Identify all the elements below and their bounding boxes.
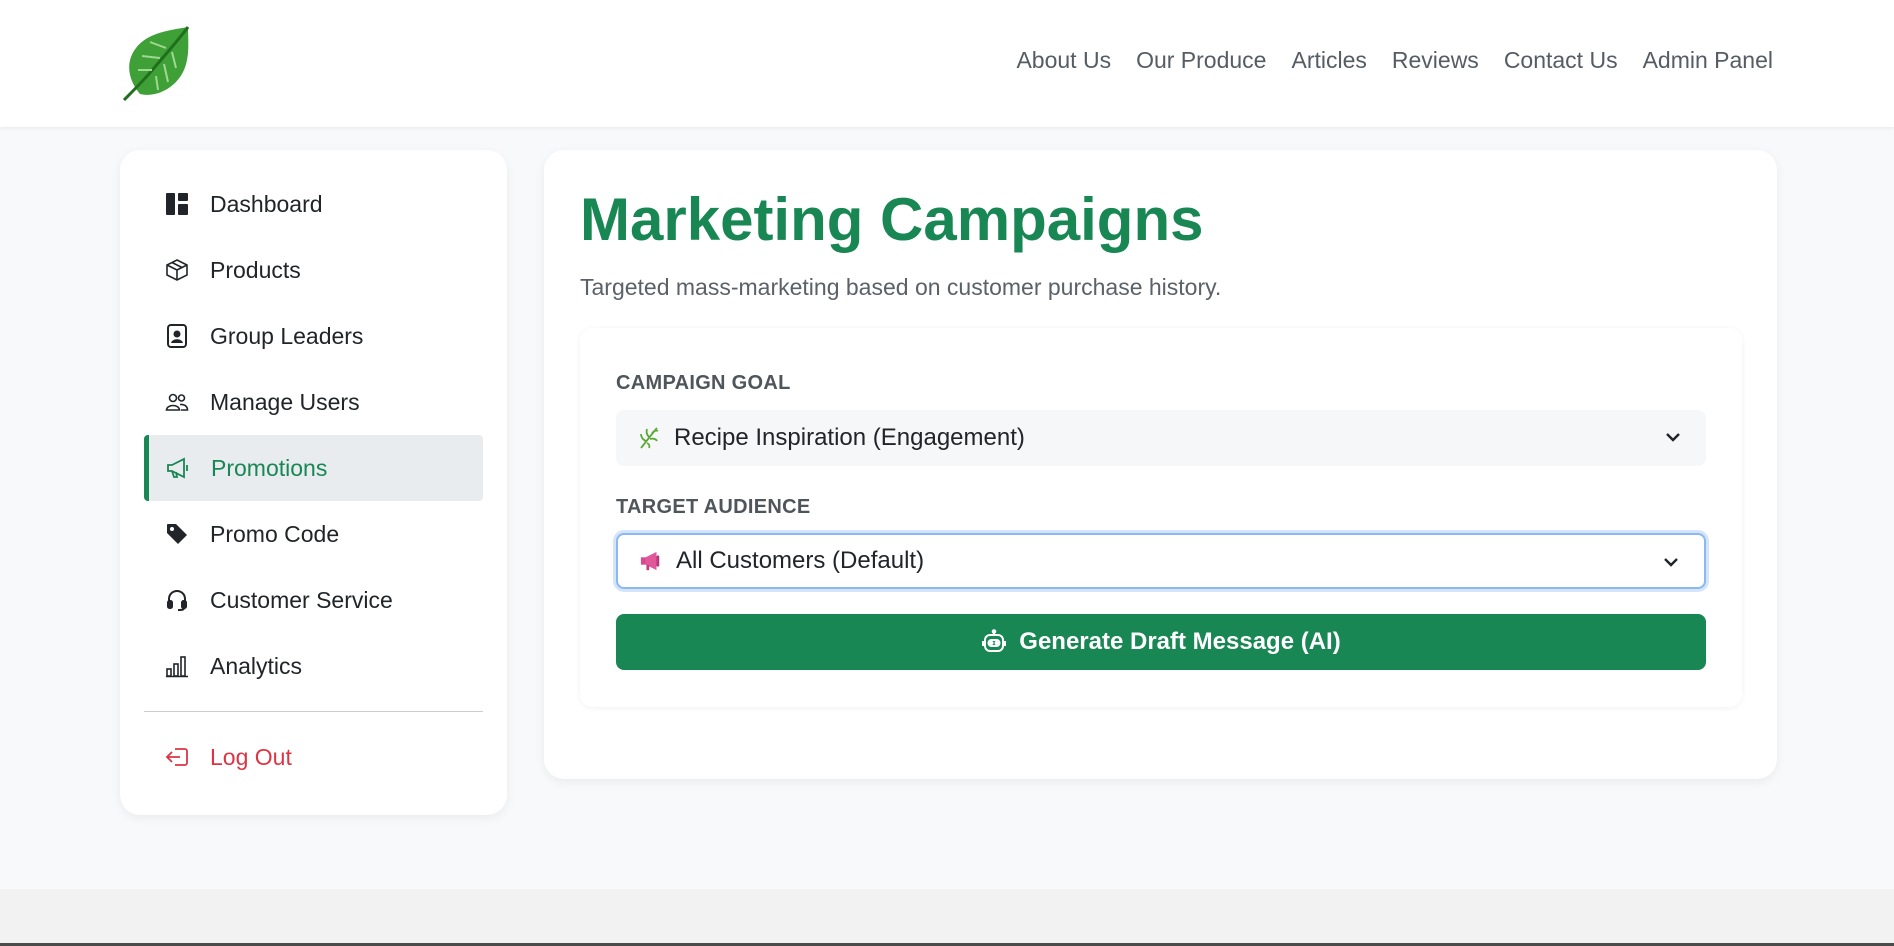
footer <box>0 889 1894 946</box>
target-audience-value: All Customers (Default) <box>676 547 925 574</box>
target-audience-label: TARGET AUDIENCE <box>616 496 811 518</box>
campaign-form-card: CAMPAIGN GOAL Recipe Inspiration (Engage… <box>580 328 1742 707</box>
leaf-logo-icon[interactable] <box>120 24 195 102</box>
sidebar-item-group-leaders[interactable]: Group Leaders <box>144 303 483 369</box>
sidebar-item-promotions[interactable]: Promotions <box>144 435 483 501</box>
page-title: Marketing Campaigns <box>580 186 1204 253</box>
target-audience-select[interactable]: All Customers (Default) <box>616 533 1706 589</box>
sidebar-item-label: Manage Users <box>210 388 360 415</box>
sidebar-item-label: Dashboard <box>210 190 323 217</box>
main-nav: About Us Our Produce Articles Reviews Co… <box>1016 47 1773 74</box>
robot-icon <box>981 629 1007 655</box>
sidebar-item-products[interactable]: Products <box>144 237 483 303</box>
sidebar-item-label: Group Leaders <box>210 322 364 349</box>
generate-draft-label: Generate Draft Message (AI) <box>1019 628 1341 655</box>
box-icon <box>165 258 189 282</box>
page-subtitle: Targeted mass-marketing based on custome… <box>580 274 1222 300</box>
generate-draft-button[interactable]: Generate Draft Message (AI) <box>616 614 1706 670</box>
sidebar-item-manage-users[interactable]: Manage Users <box>144 369 483 435</box>
sidebar-item-label: Promotions <box>211 454 328 481</box>
sidebar-item-analytics[interactable]: Analytics <box>144 633 483 699</box>
nav-link-reviews[interactable]: Reviews <box>1392 47 1479 74</box>
admin-sidebar: Dashboard Products Group Leaders Manage … <box>120 150 507 815</box>
sidebar-item-label: Analytics <box>210 652 303 679</box>
nav-link-contact-us[interactable]: Contact Us <box>1504 47 1618 74</box>
herb-icon <box>638 426 660 450</box>
sidebar-item-dashboard[interactable]: Dashboard <box>144 171 483 237</box>
campaign-goal-value: Recipe Inspiration (Engagement) <box>674 424 1025 451</box>
dashboard-icon <box>165 192 189 216</box>
sidebar-item-label: Products <box>210 256 301 283</box>
nav-link-about-us[interactable]: About Us <box>1016 47 1111 74</box>
campaign-goal-label: CAMPAIGN GOAL <box>616 372 791 394</box>
loudspeaker-icon <box>640 549 662 573</box>
sidebar-item-log-out[interactable]: Log Out <box>144 724 483 790</box>
megaphone-icon <box>166 456 190 480</box>
sidebar-item-customer-service[interactable]: Customer Service <box>144 567 483 633</box>
people-icon <box>165 390 189 414</box>
sidebar-item-label: Customer Service <box>210 586 393 613</box>
logout-label: Log Out <box>210 743 292 770</box>
bar-chart-icon <box>165 654 189 678</box>
logout-icon <box>165 745 189 769</box>
top-navbar: About Us Our Produce Articles Reviews Co… <box>0 0 1894 127</box>
chevron-down-icon <box>1660 551 1682 573</box>
chevron-down-icon <box>1662 426 1684 448</box>
nav-link-articles[interactable]: Articles <box>1291 47 1366 74</box>
sidebar-item-promo-code[interactable]: Promo Code <box>144 501 483 567</box>
nav-link-admin-panel[interactable]: Admin Panel <box>1643 47 1773 74</box>
person-badge-icon <box>165 324 189 348</box>
sidebar-divider <box>144 711 483 712</box>
main-panel: Marketing Campaigns Targeted mass-market… <box>544 150 1777 779</box>
headset-icon <box>165 588 189 612</box>
sidebar-item-label: Promo Code <box>210 520 340 547</box>
nav-link-our-produce[interactable]: Our Produce <box>1136 47 1266 74</box>
tag-icon <box>165 522 189 546</box>
campaign-goal-select[interactable]: Recipe Inspiration (Engagement) <box>616 410 1706 466</box>
